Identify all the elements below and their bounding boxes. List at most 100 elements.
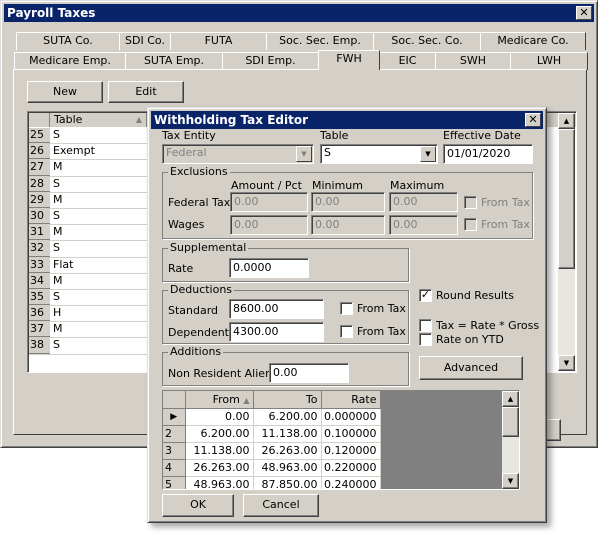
row-pointer-icon: ▶ <box>163 408 186 426</box>
tax-rate-gross-checkbox[interactable] <box>419 319 432 332</box>
brackets-table: From ▲ To Rate ▶ 0.00 6.200.00 0.000000 … <box>163 391 381 489</box>
wages-minimum-field[interactable]: 0.00 <box>311 215 385 235</box>
tab-sdi-co[interactable]: SDI Co. <box>119 32 171 50</box>
tab-soc-sec-co[interactable]: Soc. Sec. Co. <box>373 32 481 50</box>
tab-soc-sec-emp[interactable]: Soc. Sec. Emp. <box>266 32 374 50</box>
tab-fwh[interactable]: FWH <box>318 50 380 70</box>
brackets-grid[interactable]: From ▲ To Rate ▶ 0.00 6.200.00 0.000000 … <box>162 390 520 490</box>
table-row[interactable]: 37 M <box>29 322 149 339</box>
scroll-up-icon[interactable]: ▲ <box>558 113 575 129</box>
amount-pct-header: Amount / Pct <box>231 179 302 192</box>
wages-amount-field[interactable]: 0.00 <box>230 215 308 235</box>
deductions-label: Deductions <box>168 283 235 296</box>
tax-entity-label: Tax Entity <box>162 129 216 142</box>
minimum-header: Minimum <box>312 179 363 192</box>
close-icon[interactable]: ✕ <box>576 6 592 20</box>
table-row[interactable]: 31 M <box>29 225 149 242</box>
cancel-button[interactable]: Cancel <box>243 494 319 517</box>
table-row[interactable]: 38 S <box>29 338 149 355</box>
table-row[interactable]: 34 M <box>29 273 149 290</box>
tax-entity-select[interactable]: Federal ▼ <box>162 144 314 164</box>
table-row[interactable]: 27 M <box>29 160 149 177</box>
ok-button[interactable]: OK <box>162 494 234 517</box>
table-row[interactable]: 28 S <box>29 176 149 193</box>
editor-title: Withholding Tax Editor <box>154 113 308 127</box>
grid-corner <box>163 391 186 409</box>
scroll-thumb[interactable] <box>502 407 519 437</box>
dependent-from-tax-label: From Tax <box>357 325 406 338</box>
federal-from-tax-checkbox[interactable] <box>464 196 477 209</box>
rate-on-ytd-checkbox[interactable] <box>419 333 432 346</box>
row-number-header <box>29 113 50 127</box>
scroll-up-icon[interactable]: ▲ <box>502 391 519 407</box>
sort-up-icon: ▲ <box>135 115 142 124</box>
non-resident-alien-field[interactable]: 0.00 <box>269 363 349 383</box>
standard-from-tax-label: From Tax <box>357 302 406 315</box>
grid-header-row: From ▲ To Rate <box>163 391 381 409</box>
supplemental-rate-field[interactable]: 0.0000 <box>229 258 309 278</box>
tab-suta-co[interactable]: SUTA Co. <box>16 32 120 50</box>
scroll-down-icon[interactable]: ▼ <box>502 473 519 489</box>
payroll-title: Payroll Taxes <box>7 6 96 20</box>
wages-from-tax-label: From Tax <box>481 218 530 231</box>
table-row[interactable]: 30 S <box>29 208 149 226</box>
from-column-header[interactable]: From ▲ <box>185 391 254 409</box>
effective-date-field[interactable]: 01/01/2020 <box>443 144 533 164</box>
wages-from-tax-checkbox[interactable] <box>464 218 477 231</box>
close-icon[interactable]: ✕ <box>525 113 541 127</box>
tab-lwh[interactable]: LWH <box>510 52 588 70</box>
rate-column-header[interactable]: Rate <box>321 391 381 409</box>
standard-label: Standard <box>168 304 219 317</box>
grid-scrollbar[interactable]: ▲ ▼ <box>502 391 519 489</box>
supplemental-label: Supplemental <box>168 241 249 254</box>
federal-maximum-field[interactable]: 0.00 <box>389 192 458 212</box>
wages-maximum-field[interactable]: 0.00 <box>389 215 458 235</box>
dependent-label: Dependent <box>168 326 229 339</box>
dependent-from-tax-checkbox[interactable] <box>340 325 353 338</box>
tab-sdi-emp[interactable]: SDI Emp. <box>222 52 319 70</box>
table-row[interactable]: ▶ 0.00 6.200.00 0.000000 <box>163 408 381 426</box>
table-row[interactable]: 35 S <box>29 289 149 307</box>
scroll-thumb[interactable] <box>558 129 575 269</box>
table-row[interactable]: 26 Exempt <box>29 144 149 161</box>
additions-label: Additions <box>168 345 224 358</box>
table-row[interactable]: 29 M <box>29 192 149 209</box>
table-row[interactable]: 32 S <box>29 241 149 258</box>
advanced-button[interactable]: Advanced <box>419 356 523 380</box>
dependent-field[interactable]: 4300.00 <box>229 322 324 342</box>
federal-amount-field[interactable]: 0.00 <box>230 192 308 212</box>
table-row[interactable]: 4 26.263.00 48.963.00 0.220000 <box>163 459 381 477</box>
wages-label: Wages <box>168 218 205 231</box>
standard-from-tax-checkbox[interactable] <box>340 302 353 315</box>
sort-up-icon: ▲ <box>243 395 250 405</box>
table-row[interactable]: 5 48.963.00 87.850.00 0.240000 <box>163 476 381 489</box>
federal-minimum-field[interactable]: 0.00 <box>311 192 385 212</box>
tab-medicare-emp[interactable]: Medicare Emp. <box>14 52 126 70</box>
tax-rate-gross-label: Tax = Rate * Gross <box>436 319 540 332</box>
table-row[interactable]: 33 Flat <box>29 257 149 274</box>
table-column-header[interactable]: Table ▲ <box>51 113 147 127</box>
list-scrollbar[interactable]: ▲ ▼ <box>558 113 575 371</box>
federal-tax-label: Federal Tax <box>168 196 231 209</box>
table-row[interactable]: 36 H <box>29 306 149 323</box>
round-results-label: Round Results <box>436 289 515 302</box>
tab-medicare-co[interactable]: Medicare Co. <box>480 32 586 50</box>
table-row[interactable]: 3 11.138.00 26.263.00 0.120000 <box>163 442 381 460</box>
tab-futa[interactable]: FUTA <box>170 32 267 50</box>
new-button[interactable]: New <box>27 81 103 103</box>
chevron-down-icon[interactable]: ▼ <box>296 146 312 162</box>
editor-title-bar: Withholding Tax Editor ✕ <box>151 111 543 129</box>
edit-button[interactable]: Edit <box>108 81 184 103</box>
chevron-down-icon[interactable]: ▼ <box>420 146 436 162</box>
tab-eic[interactable]: EIC <box>379 52 436 70</box>
tab-suta-emp[interactable]: SUTA Emp. <box>125 52 223 70</box>
table-row[interactable]: 25 S <box>29 128 149 145</box>
scroll-down-icon[interactable]: ▼ <box>558 355 575 371</box>
table-select[interactable]: S ▼ <box>320 144 438 164</box>
table-row[interactable]: 2 6.200.00 11.138.00 0.100000 <box>163 425 381 443</box>
to-column-header[interactable]: To <box>253 391 322 409</box>
rate-label: Rate <box>168 262 194 275</box>
tab-swh[interactable]: SWH <box>435 52 511 70</box>
standard-field[interactable]: 8600.00 <box>229 299 324 319</box>
round-results-checkbox[interactable]: ✓ <box>419 289 432 302</box>
